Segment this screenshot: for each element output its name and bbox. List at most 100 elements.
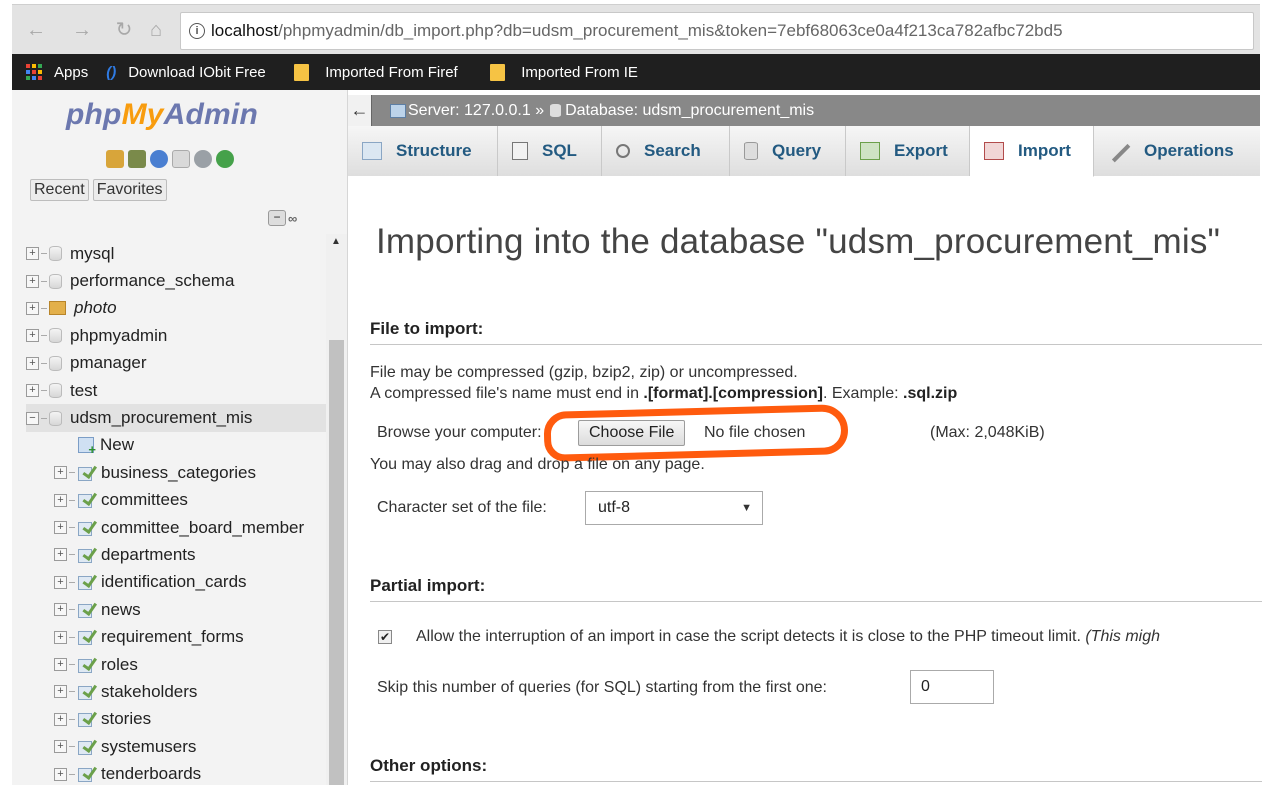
collapse-panel-icon[interactable]: ←	[348, 95, 372, 126]
tab-export[interactable]: Export	[846, 126, 970, 176]
tree-item-udsm-procurement-mis[interactable]: − udsm_procurement_mis	[26, 404, 326, 432]
chevron-down-icon: ▼	[741, 502, 752, 514]
bookmark-firefox[interactable]: Imported From Firef	[294, 63, 478, 81]
info-icon[interactable]: i	[189, 23, 205, 39]
logo-part: My	[121, 98, 164, 131]
expand-icon[interactable]: +	[26, 247, 39, 261]
expand-icon[interactable]: +	[26, 301, 39, 315]
tab-label: Export	[894, 141, 948, 160]
folder-icon	[294, 63, 310, 81]
link-icon[interactable]: ∞	[288, 211, 297, 226]
compress-note-2: A compressed file's name must end in .[f…	[370, 385, 957, 403]
expand-icon[interactable]: +	[26, 384, 39, 398]
collapse-all-icon[interactable]: −	[268, 210, 286, 226]
back-icon[interactable]: ←	[24, 17, 48, 43]
favorites-tab[interactable]: Favorites	[92, 179, 167, 201]
bookmark-apps[interactable]: Apps	[26, 64, 88, 81]
tree-item-new[interactable]: New	[26, 432, 326, 459]
bookmark-iobit[interactable]: () Download IObit Free	[106, 64, 274, 81]
tree-table-item[interactable]: + committees	[26, 487, 326, 514]
tree-table-item[interactable]: + identification_cards	[26, 569, 326, 596]
tree-item-performance-schema[interactable]: + performance_schema	[26, 267, 326, 294]
expand-icon[interactable]: +	[54, 521, 67, 535]
server-icon	[390, 103, 406, 118]
logout-icon[interactable]	[128, 150, 146, 168]
table-icon	[77, 766, 93, 783]
expand-icon[interactable]: +	[54, 685, 67, 699]
tree-connector	[41, 417, 47, 419]
url-field[interactable]: i localhost/phpmyadmin/db_import.php?db=…	[180, 12, 1254, 50]
phpmyadmin-logo[interactable]: phpMyAdmin	[66, 98, 258, 132]
gear-icon[interactable]	[194, 150, 212, 168]
expand-icon[interactable]: +	[54, 493, 67, 507]
tree-item-mysql[interactable]: + mysql	[26, 240, 326, 267]
tab-import[interactable]: Import	[970, 126, 1094, 177]
tab-sql[interactable]: SQL	[498, 126, 602, 176]
tree-item-label: phpmyadmin	[70, 325, 168, 345]
expand-icon[interactable]: +	[54, 466, 67, 480]
database-icon	[49, 355, 62, 371]
tab-structure[interactable]: Structure	[348, 126, 498, 176]
expand-icon[interactable]: +	[54, 548, 67, 562]
database-icon	[550, 104, 562, 117]
charset-select[interactable]: utf-8 ▼	[585, 491, 763, 525]
table-icon	[77, 547, 93, 563]
tree-table-item[interactable]: + requirement_forms	[26, 623, 326, 650]
max-size: (Max: 2,048KiB)	[930, 424, 1045, 441]
allow-interrupt-tail: (This migh	[1085, 628, 1161, 645]
tree-table-item[interactable]: + stakeholders	[26, 678, 326, 705]
breadcrumb-database[interactable]: Database: udsm_procurement_mis	[565, 102, 814, 120]
breadcrumb-server[interactable]: Server: 127.0.0.1 »	[408, 102, 544, 120]
tree-table-item[interactable]: + committee_board_member	[26, 514, 326, 541]
expand-icon[interactable]: +	[26, 329, 39, 343]
skip-queries-input[interactable]: 0	[910, 670, 994, 704]
docs-icon[interactable]	[172, 150, 190, 168]
reload-icon[interactable]: ↻	[112, 17, 136, 43]
tree-table-item[interactable]: + news	[26, 596, 326, 623]
tab-operations[interactable]: Operations	[1094, 126, 1260, 176]
forward-icon[interactable]: →	[70, 17, 94, 43]
tree-item-phpmyadmin[interactable]: + phpmyadmin	[26, 322, 326, 349]
recent-tab[interactable]: Recent	[30, 179, 89, 201]
tab-search[interactable]: Search	[602, 126, 730, 176]
tree-table-item[interactable]: + stories	[26, 706, 326, 733]
tab-query[interactable]: Query	[730, 126, 846, 176]
bookmark-ie[interactable]: Imported From IE	[490, 63, 638, 81]
tree-item-pmanager[interactable]: + pmanager	[26, 350, 326, 377]
import-icon	[984, 142, 1004, 160]
tree-item-label: committee_board_member	[101, 517, 305, 537]
table-icon	[77, 465, 93, 481]
expand-icon[interactable]: +	[54, 630, 67, 644]
expand-icon[interactable]: +	[54, 658, 67, 672]
scrollbar-thumb[interactable]	[329, 340, 344, 785]
allow-interrupt-checkbox[interactable]: ✔	[378, 630, 392, 644]
expand-icon[interactable]: +	[54, 712, 67, 726]
expand-icon[interactable]: +	[54, 767, 67, 781]
tree-table-item[interactable]: + systemusers	[26, 733, 326, 760]
expand-icon[interactable]: +	[26, 356, 39, 370]
home-icon[interactable]	[106, 150, 124, 168]
expand-icon[interactable]: +	[54, 575, 67, 589]
home-icon[interactable]: ⌂	[144, 17, 168, 43]
expand-icon[interactable]: +	[54, 603, 67, 617]
note-text: A compressed file's name must end in	[370, 385, 644, 402]
skip-queries-value: 0	[921, 678, 930, 695]
expand-icon[interactable]: +	[26, 274, 39, 288]
tree-table-item[interactable]: + tenderboards	[26, 760, 326, 785]
tree-item-label: departments	[101, 544, 196, 564]
tree-item-test[interactable]: + test	[26, 377, 326, 404]
tree-table-item[interactable]: + departments	[26, 541, 326, 568]
tree-item-label: business_categories	[101, 462, 256, 482]
tree-connector	[69, 609, 75, 611]
drag-note: You may also drag and drop a file on any…	[370, 456, 705, 473]
tree-table-item[interactable]: + roles	[26, 651, 326, 678]
tree-item-photo[interactable]: + photo	[26, 295, 326, 322]
expand-icon[interactable]: +	[54, 740, 67, 754]
scroll-up-icon[interactable]: ▲	[331, 236, 341, 247]
tree-connector	[69, 472, 75, 474]
help-icon[interactable]	[150, 150, 168, 168]
sidebar-scrollbar[interactable]: ▲	[326, 234, 347, 785]
tree-table-item[interactable]: + business_categories	[26, 459, 326, 486]
reload-icon[interactable]	[216, 150, 234, 168]
collapse-icon[interactable]: −	[26, 411, 39, 425]
